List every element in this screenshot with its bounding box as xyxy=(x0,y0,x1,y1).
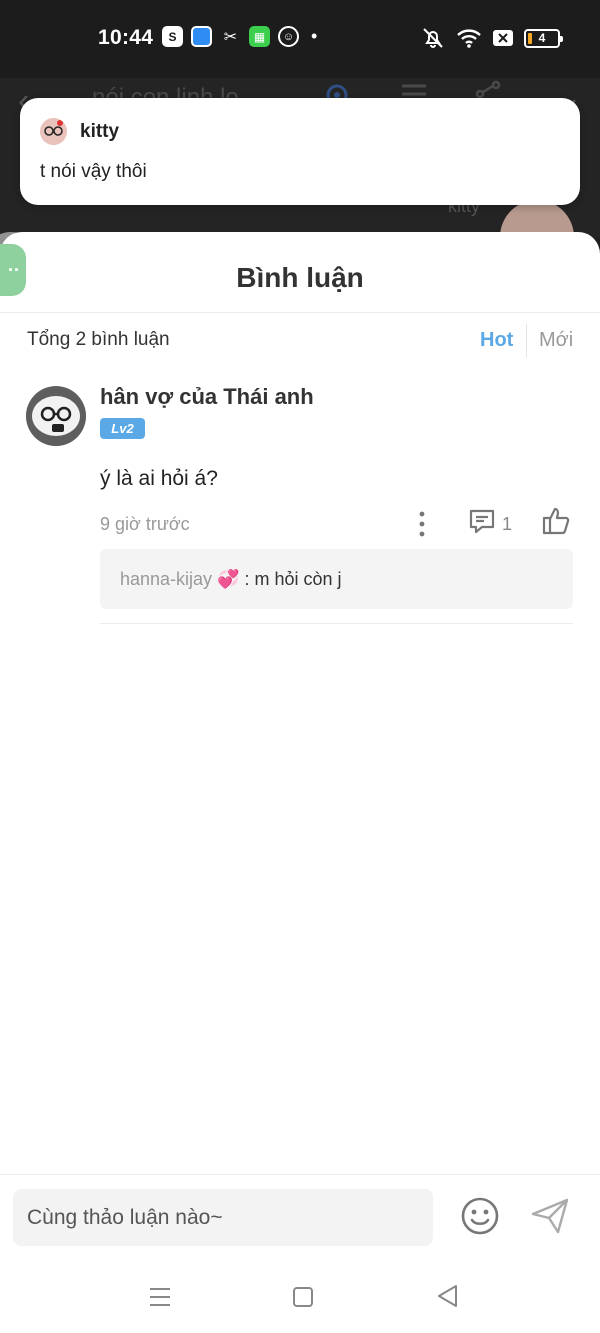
more-vertical-icon[interactable] xyxy=(414,510,430,538)
comment-input-placeholder: Cùng thảo luận nào~ xyxy=(27,1205,223,1229)
status-bar: 10:44 S ✂ ▦ ☺ • 4 xyxy=(0,0,600,78)
reply-separator: : xyxy=(239,568,255,589)
grid-app-icon: ▦ xyxy=(249,26,270,47)
status-indicators: 4 xyxy=(420,26,563,50)
thumbs-up-icon[interactable] xyxy=(541,506,571,536)
sim-off-icon xyxy=(493,30,513,46)
reply-icon[interactable] xyxy=(468,508,496,536)
capcut-icon: ✂ xyxy=(223,28,238,46)
comment-avatar[interactable] xyxy=(26,386,86,446)
sort-divider xyxy=(526,324,527,358)
notification-message: t nói vậy thôi xyxy=(40,161,147,182)
sort-hot-tab[interactable]: Hot xyxy=(480,329,513,352)
sort-new-tab[interactable]: Mới xyxy=(539,329,573,352)
reply-preview[interactable]: hanna-kijay 💞 : m hỏi còn j xyxy=(100,549,573,609)
avatar xyxy=(40,118,67,145)
divider xyxy=(0,312,600,313)
message-notification[interactable]: kitty t nói vậy thôi xyxy=(20,98,580,205)
send-icon[interactable] xyxy=(530,1196,570,1236)
status-app-icons: S ✂ ▦ ☺ • xyxy=(162,26,317,47)
home-nav-icon[interactable] xyxy=(292,1286,314,1308)
reply-author: hanna-kijay 💞 xyxy=(120,568,240,589)
bluebird-icon xyxy=(191,26,212,47)
comment-total: Tổng 2 bình luận xyxy=(27,329,170,350)
reply-count: 1 xyxy=(502,514,513,534)
status-time: 10:44 xyxy=(98,26,154,49)
notification-sender: kitty xyxy=(80,121,120,142)
wifi-icon xyxy=(457,29,481,48)
comment-time: 9 giờ trước xyxy=(100,514,190,534)
back-nav-icon[interactable] xyxy=(436,1284,458,1308)
comment-divider xyxy=(100,623,573,624)
smile-app-icon: ☺ xyxy=(278,26,299,47)
sheet-title: Bình luận xyxy=(236,262,364,293)
input-divider xyxy=(0,1174,600,1175)
shopee-icon: S xyxy=(162,26,183,47)
comment-input[interactable]: Cùng thảo luận nào~ xyxy=(13,1189,433,1246)
menu-nav-icon[interactable] xyxy=(149,1286,171,1308)
battery-icon: 4 xyxy=(524,28,563,48)
bell-muted-icon xyxy=(423,28,443,48)
reply-text: m hỏi còn j xyxy=(254,568,342,589)
comment-author[interactable]: hân vợ của Thái anh xyxy=(100,384,314,410)
notification-dot: • xyxy=(311,26,318,46)
level-badge: Lv2 xyxy=(100,418,145,439)
comment-text: ý là ai hỏi á? xyxy=(100,467,218,490)
battery-level: 4 xyxy=(538,31,546,45)
emoji-icon[interactable] xyxy=(460,1196,500,1236)
